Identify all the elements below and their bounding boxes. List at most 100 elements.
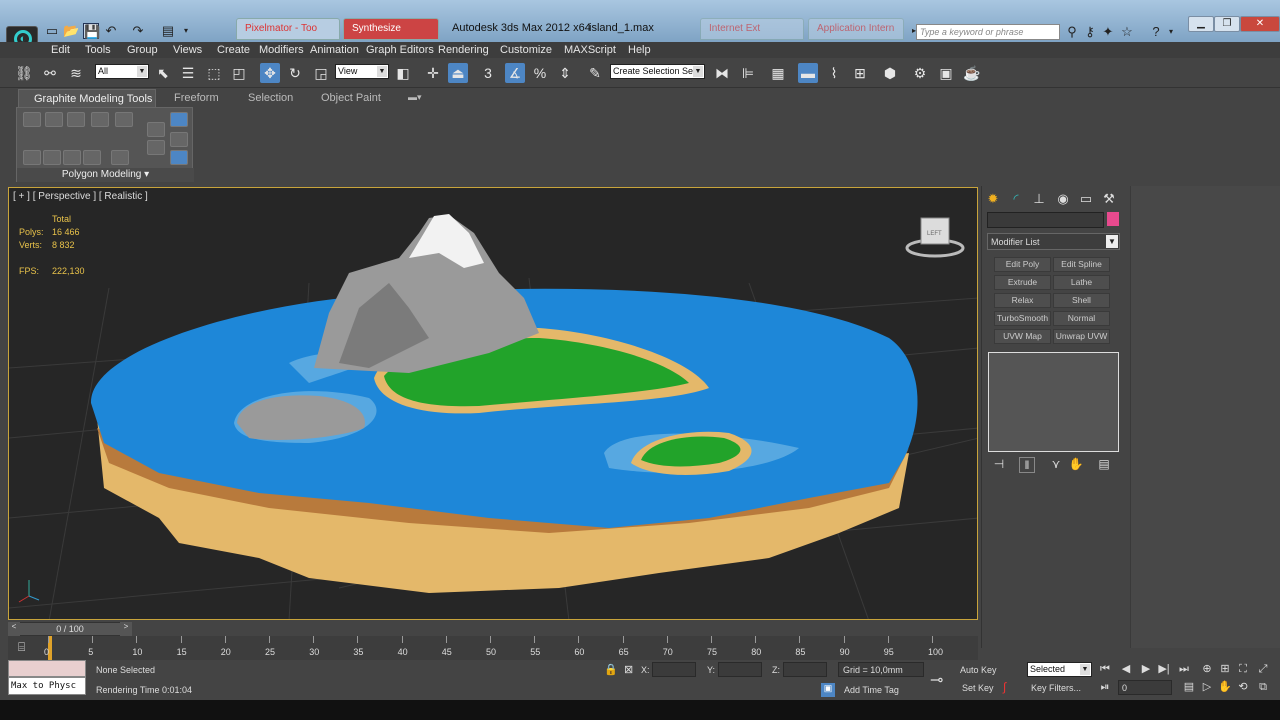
undo-icon[interactable]: ↶ (103, 23, 119, 39)
open-icon[interactable]: 📂 (63, 23, 79, 39)
ribbon-tool-button[interactable] (23, 150, 41, 165)
rectangular-region-icon[interactable]: ⬚ (204, 63, 224, 83)
communication-icon[interactable]: ✦ (1100, 24, 1116, 40)
ribbon-tool-button[interactable] (170, 150, 188, 165)
utilities-tab-icon[interactable]: ⚒ (1100, 190, 1118, 208)
lathe-button[interactable]: Lathe (1053, 275, 1110, 290)
motion-tab-icon[interactable]: ◉ (1054, 190, 1072, 208)
chevron-right-icon[interactable]: > (120, 622, 132, 636)
edit-spline-button[interactable]: Edit Spline (1053, 257, 1110, 272)
help-icon[interactable]: ? (1148, 24, 1164, 40)
minimize-button[interactable]: ▁ (1188, 16, 1214, 32)
spinner-snap-icon[interactable]: ⇕ (555, 63, 575, 83)
bind-spacewarp-icon[interactable]: ≋ (66, 63, 86, 83)
menu-tools[interactable]: Tools (85, 44, 111, 56)
modify-tab-icon[interactable]: ◜ (1007, 190, 1025, 208)
named-selection-dropdown[interactable]: Create Selection Se ▼ (610, 64, 705, 79)
extrude-button[interactable]: Extrude (994, 275, 1051, 290)
menu-views[interactable]: Views (173, 44, 202, 56)
auto-key-button[interactable]: Auto Key (960, 665, 997, 675)
add-time-tag[interactable]: Add Time Tag (844, 685, 899, 695)
background-tab[interactable]: Internet Ext (700, 18, 804, 40)
align-icon[interactable]: ⊫ (738, 63, 758, 83)
menu-group[interactable]: Group (127, 44, 158, 56)
redo-icon[interactable]: ↷ (130, 23, 146, 39)
menu-customize[interactable]: Customize (500, 44, 552, 56)
create-tab-icon[interactable]: ✹ (984, 190, 1002, 208)
schematic-view-icon[interactable]: ⊞ (850, 63, 870, 83)
reference-coordinate-dropdown[interactable]: View ▼ (335, 64, 389, 79)
scale-icon[interactable]: ◲ (311, 63, 331, 83)
show-end-result-icon[interactable]: ‖ (1019, 457, 1035, 473)
move-icon[interactable]: ✥ (260, 63, 280, 83)
menu-maxscript[interactable]: MAXScript (564, 44, 616, 56)
keyboard-shortcut-override-icon[interactable]: ⏏ (448, 63, 468, 83)
save-icon[interactable]: 💾 (83, 23, 100, 39)
viewcube[interactable]: LEFT (905, 217, 965, 258)
shell-button[interactable]: Shell (1053, 293, 1110, 308)
tab-selection[interactable]: Selection (248, 92, 293, 104)
pan-icon[interactable]: ✋ (1218, 680, 1232, 694)
background-tab[interactable]: Pixelmator - Too (236, 18, 340, 40)
chevron-down-icon[interactable]: ▾ (178, 23, 194, 39)
project-icon[interactable]: ▤ (160, 23, 176, 39)
x-coordinate-field[interactable] (652, 662, 696, 677)
key-mode-toggle-icon[interactable]: ⏯ (1098, 680, 1112, 694)
snaps-toggle-icon[interactable]: 3 (478, 63, 498, 83)
ribbon-tool-button[interactable] (170, 112, 188, 127)
pivot-center-icon[interactable]: ◧ (393, 63, 413, 83)
graphite-toggle-icon[interactable]: ▬ (798, 63, 818, 83)
set-key-button[interactable]: Set Key (962, 683, 994, 693)
ribbon-tool-button[interactable] (147, 122, 165, 137)
ribbon-tool-button[interactable] (83, 150, 101, 165)
ribbon-options-icon[interactable]: ▬▾ (408, 92, 422, 103)
absolute-mode-icon[interactable]: ⊠ (624, 663, 633, 676)
uvw-map-button[interactable]: UVW Map (994, 329, 1051, 344)
menu-edit[interactable]: Edit (51, 44, 70, 56)
pin-stack-icon[interactable]: ⊣ (991, 457, 1007, 473)
tab-freeform[interactable]: Freeform (174, 92, 219, 104)
time-slider[interactable]: 0 / 100 (8, 622, 132, 636)
background-tab[interactable]: Synthesize (343, 18, 439, 40)
window-crossing-icon[interactable]: ◰ (229, 63, 249, 83)
tab-graphite-modeling-tools[interactable]: Graphite Modeling Tools (18, 89, 156, 107)
go-to-start-icon[interactable]: ⏮ (1098, 662, 1112, 676)
search-input[interactable]: Type a keyword or phrase (916, 24, 1060, 40)
menu-create[interactable]: Create (217, 44, 250, 56)
key-filters-button[interactable]: Key Filters... (1031, 683, 1081, 693)
menu-graph-editors[interactable]: Graph Editors (366, 44, 434, 56)
background-tab[interactable]: Application Intern (808, 18, 904, 40)
menu-animation[interactable]: Animation (310, 44, 359, 56)
edit-named-selection-icon[interactable]: ✎ (585, 63, 605, 83)
ribbon-tool-button[interactable] (170, 132, 188, 147)
unlink-icon[interactable]: ⚯ (40, 63, 60, 83)
maximize-viewport-icon[interactable]: ⧉ (1256, 680, 1270, 694)
modifier-list-dropdown[interactable]: Modifier List ▼ (987, 233, 1120, 250)
curve-editor-icon[interactable]: ⌇ (824, 63, 844, 83)
unwrap-uvw-button[interactable]: Unwrap UVW (1053, 329, 1110, 344)
z-coordinate-field[interactable] (783, 662, 827, 677)
ribbon-tool-button[interactable] (45, 112, 63, 127)
percent-snap-icon[interactable]: % (530, 63, 550, 83)
rendered-frame-window-icon[interactable]: ▣ (936, 63, 956, 83)
menu-rendering[interactable]: Rendering (438, 44, 489, 56)
remove-modifier-icon[interactable]: ✋ (1068, 457, 1084, 473)
key-tangent-icon[interactable]: ∫ (1003, 680, 1006, 694)
key-mode-dropdown[interactable]: Selected ▼ (1027, 662, 1092, 677)
selection-filter-dropdown[interactable]: All ▼ (95, 64, 149, 79)
ribbon-tool-button[interactable] (115, 112, 133, 127)
zoom-extents-icon[interactable]: ⛶ (1236, 662, 1250, 676)
close-button[interactable]: ✕ (1240, 16, 1280, 32)
select-by-name-icon[interactable]: ☰ (178, 63, 198, 83)
menu-modifiers[interactable]: Modifiers (259, 44, 304, 56)
layer-manager-icon[interactable]: ▦ (768, 63, 788, 83)
chevron-down-icon[interactable]: ▾ (1163, 24, 1179, 40)
mirror-icon[interactable]: ⧓ (712, 63, 732, 83)
select-object-icon[interactable]: ⬉ (153, 63, 173, 83)
turbosmooth-button[interactable]: TurboSmooth (994, 311, 1051, 326)
maxscript-listener-output[interactable] (8, 660, 86, 677)
render-production-icon[interactable]: ☕ (962, 63, 982, 83)
polygon-modeling-dropdown[interactable]: Polygon Modeling ▾ (17, 168, 194, 182)
zoom-all-icon[interactable]: ⊞ (1218, 662, 1232, 676)
material-editor-icon[interactable]: ⬢ (880, 63, 900, 83)
